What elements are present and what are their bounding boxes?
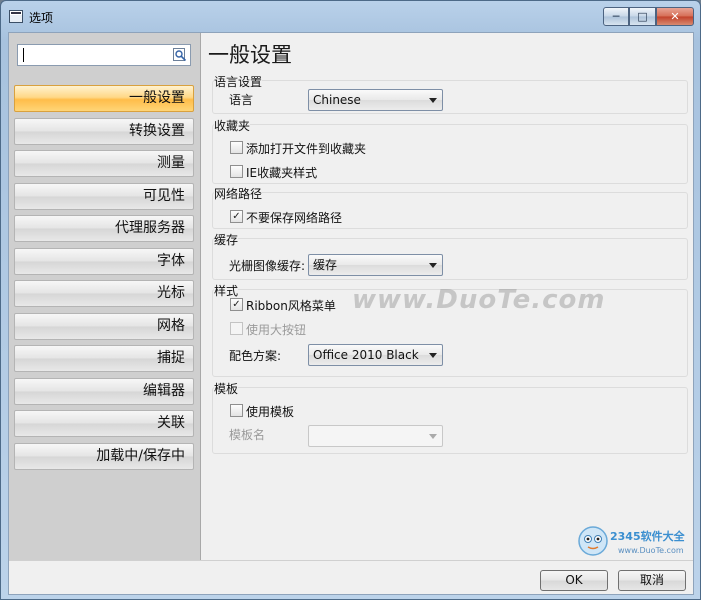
template-group <box>212 387 688 454</box>
sidebar-item-cursor[interactable]: 光标 <box>14 280 194 307</box>
cancel-button[interactable]: 取消 <box>618 570 686 591</box>
search-icon[interactable] <box>173 48 187 62</box>
ok-button[interactable]: OK <box>540 570 608 591</box>
logo-text: 2345软件大全 <box>610 530 685 543</box>
add-open-files-checkbox[interactable] <box>230 141 243 154</box>
cache-group-label: 缓存 <box>214 231 239 248</box>
language-label: 语言 <box>229 93 254 107</box>
language-group <box>212 80 688 114</box>
sidebar: 一般设置 转换设置 测量 可见性 代理服务器 字体 光标 网格 捕捉 编辑器 关… <box>9 33 201 560</box>
sidebar-item-editor[interactable]: 编辑器 <box>14 378 194 405</box>
use-template-label: 使用模板 <box>246 405 295 419</box>
color-scheme-value: Office 2010 Black <box>313 348 419 362</box>
chevron-down-icon <box>429 263 437 268</box>
chevron-down-icon <box>429 98 437 103</box>
large-buttons-checkbox[interactable] <box>230 322 243 335</box>
page-title: 一般设置 <box>208 43 292 67</box>
ie-favorites-style-label: IE收藏夹样式 <box>246 166 318 180</box>
window-icon <box>9 10 23 23</box>
search-input[interactable] <box>17 44 191 66</box>
sidebar-item-label: 光标 <box>157 285 185 301</box>
sidebar-item-label: 捕捉 <box>157 350 185 366</box>
sidebar-item-general[interactable]: 一般设置 <box>14 85 194 112</box>
sidebar-item-load-save[interactable]: 加载中/保存中 <box>14 443 194 470</box>
minimize-icon: ─ <box>612 10 620 23</box>
chevron-down-icon <box>429 434 437 439</box>
settings-panel: 一般设置 语言设置 语言 Chinese 收藏夹 添加打开文件到收藏夹 IE收藏… <box>202 33 693 560</box>
mascot-logo-icon <box>578 526 608 556</box>
use-template-checkbox[interactable] <box>230 404 243 417</box>
watermark: www.DuoTe.com <box>352 285 606 315</box>
minimize-button[interactable]: ─ <box>603 7 629 26</box>
sidebar-item-label: 网格 <box>157 318 185 334</box>
raster-cache-value: 缓存 <box>313 258 338 272</box>
options-window: 选项 ─ □ ✕ 一般设置 转换设置 测量 可见性 代理服务器 字体 光标 网格 <box>0 0 701 600</box>
language-group-label: 语言设置 <box>214 73 263 90</box>
sidebar-item-label: 加载中/保存中 <box>96 448 185 464</box>
color-scheme-label: 配色方案: <box>229 349 282 363</box>
dont-save-network-path-label: 不要保存网络路径 <box>246 211 343 225</box>
sidebar-item-measure[interactable]: 测量 <box>14 150 194 177</box>
dont-save-network-path-checkbox[interactable]: ✓ <box>230 210 243 223</box>
template-name-label: 模板名 <box>229 428 266 442</box>
sidebar-item-label: 测量 <box>157 155 185 171</box>
sidebar-item-label: 关联 <box>157 415 185 431</box>
sidebar-item-label: 转换设置 <box>129 123 185 139</box>
dialog-footer: OK 取消 <box>9 560 693 594</box>
network-group-label: 网络路径 <box>214 185 263 202</box>
close-button[interactable]: ✕ <box>656 7 694 26</box>
text-caret <box>23 48 24 62</box>
sidebar-item-font[interactable]: 字体 <box>14 248 194 275</box>
sidebar-item-label: 一般设置 <box>129 90 185 106</box>
template-name-select[interactable] <box>308 425 443 447</box>
sidebar-item-grid[interactable]: 网格 <box>14 313 194 340</box>
color-scheme-select[interactable]: Office 2010 Black <box>308 344 443 366</box>
close-icon: ✕ <box>670 10 680 23</box>
language-select-value: Chinese <box>313 93 361 107</box>
title-bar[interactable]: 选项 ─ □ ✕ <box>1 1 700 32</box>
sidebar-item-conversion[interactable]: 转换设置 <box>14 118 194 145</box>
raster-cache-select[interactable]: 缓存 <box>308 254 443 276</box>
sidebar-item-snap[interactable]: 捕捉 <box>14 345 194 372</box>
chevron-down-icon <box>429 353 437 358</box>
window-title: 选项 <box>29 11 54 25</box>
add-open-files-label: 添加打开文件到收藏夹 <box>246 142 367 156</box>
sidebar-item-proxy[interactable]: 代理服务器 <box>14 215 194 242</box>
sidebar-item-association[interactable]: 关联 <box>14 410 194 437</box>
sidebar-item-label: 可见性 <box>143 188 185 204</box>
ribbon-menu-checkbox[interactable]: ✓ <box>230 298 243 311</box>
maximize-button[interactable]: □ <box>629 7 656 26</box>
template-group-label: 模板 <box>214 380 239 397</box>
style-group-label: 样式 <box>214 282 239 299</box>
language-select[interactable]: Chinese <box>308 89 443 111</box>
sidebar-item-label: 代理服务器 <box>115 220 185 236</box>
favorites-group-label: 收藏夹 <box>214 117 251 134</box>
dialog-client: 一般设置 转换设置 测量 可见性 代理服务器 字体 光标 网格 捕捉 编辑器 关… <box>8 32 694 595</box>
maximize-icon: □ <box>637 10 648 23</box>
logo-url: www.DuoTe.com <box>618 546 684 555</box>
sidebar-item-visibility[interactable]: 可见性 <box>14 183 194 210</box>
sidebar-item-label: 字体 <box>157 253 185 269</box>
large-buttons-label: 使用大按钮 <box>246 323 307 337</box>
ie-favorites-style-checkbox[interactable] <box>230 165 243 178</box>
ribbon-menu-label: Ribbon风格菜单 <box>246 299 336 313</box>
sidebar-item-label: 编辑器 <box>143 383 185 399</box>
raster-cache-label: 光栅图像缓存: <box>229 259 306 273</box>
